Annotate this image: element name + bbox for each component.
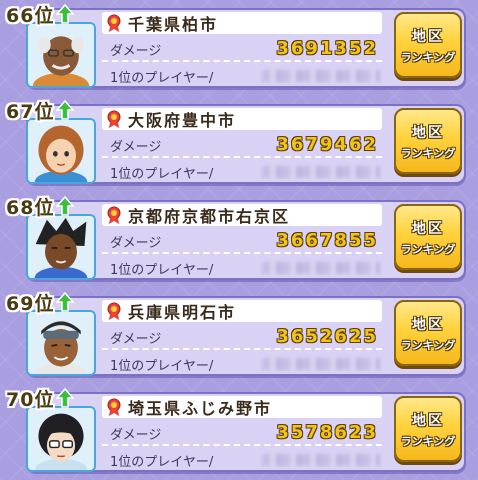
medal-ribbon-icon [107,398,121,416]
rank-text: 68位 [6,196,55,219]
glasses-girl-avatar [26,406,96,472]
elderly-man-avatar [26,22,96,88]
area-ranking-button-label-2: ランキング [400,242,456,256]
entry-info: 埼玉県ふじみ野市 ダメージ 3578623 1位のプレイヤー/ [102,396,382,470]
blurred-player-name [262,454,380,466]
damage-value: 3679462 [276,134,378,155]
dreadlock-boy-avatar [26,214,96,280]
medal-ribbon-icon [107,14,121,32]
city-name: 千葉県柏市 [128,15,219,34]
damage-label: ダメージ [110,332,162,347]
blurred-player-name [262,358,380,370]
city-name: 兵庫県明石市 [128,303,237,322]
damage-label: ダメージ [110,236,162,251]
top-player-label: 1位のプレイヤー/ [110,71,214,86]
area-ranking-button[interactable]: 地区 ランキング [394,204,462,270]
rank-up-arrow-icon [56,292,75,312]
medal-ribbon-icon [107,110,121,128]
rank-badge: 66位 [6,2,75,27]
area-ranking-button-label-1: 地区 [412,316,444,333]
area-ranking-button-label-1: 地区 [412,220,444,237]
area-ranking-button[interactable]: 地区 ランキング [394,396,462,462]
damage-label: ダメージ [110,428,162,443]
rank-badge: 68位 [6,194,75,219]
rank-text: 67位 [6,100,55,123]
rank-badge: 67位 [6,98,75,123]
top-player-label: 1位のプレイヤー/ [110,455,214,470]
top-player-row: 1位のプレイヤー/ [102,448,382,470]
blurred-player-name [262,70,380,82]
city-bar: 兵庫県明石市 [102,300,382,322]
top-player-label: 1位のプレイヤー/ [110,263,214,278]
damage-value: 3578623 [276,422,378,443]
top-player-label: 1位のプレイヤー/ [110,359,214,374]
top-player-label: 1位のプレイヤー/ [110,167,214,182]
area-ranking-button-label-2: ランキング [400,338,456,352]
city-name: 大阪府豊中市 [128,111,237,130]
city-bar: 埼玉県ふじみ野市 [102,396,382,418]
damage-label: ダメージ [110,44,162,59]
area-ranking-button-label-1: 地区 [412,412,444,429]
entry-info: 大阪府豊中市 ダメージ 3679462 1位のプレイヤー/ [102,108,382,182]
area-ranking-button[interactable]: 地区 ランキング [394,108,462,174]
damage-label: ダメージ [110,140,162,155]
area-ranking-button-label-1: 地区 [412,28,444,45]
city-bar: 千葉県柏市 [102,12,382,34]
area-ranking-button-label-1: 地区 [412,124,444,141]
top-player-row: 1位のプレイヤー/ [102,64,382,86]
city-name: 京都府京都市右京区 [128,207,291,226]
entry-info: 兵庫県明石市 ダメージ 3652625 1位のプレイヤー/ [102,300,382,374]
area-ranking-button-label-2: ランキング [400,146,456,160]
damage-value: 3691352 [276,38,378,59]
ranking-row: 69位 兵庫県明石市 ダメージ 3652625 1位のプレイヤー/ 地区 ランキ… [6,290,472,378]
city-bar: 京都府京都市右京区 [102,204,382,226]
goggles-man-avatar [26,310,96,376]
blurred-player-name [262,262,380,274]
blurred-player-name [262,166,380,178]
rank-text: 66位 [6,4,55,27]
medal-ribbon-icon [107,302,121,320]
rank-badge: 70位 [6,386,75,411]
rank-text: 69位 [6,292,55,315]
entry-info: 京都府京都市右京区 ダメージ 3667855 1位のプレイヤー/ [102,204,382,278]
damage-row: ダメージ 3578623 [102,422,382,446]
city-name: 埼玉県ふじみ野市 [128,399,273,418]
damage-value: 3667855 [276,230,378,251]
ranking-row: 70位 埼玉県ふじみ野市 ダメージ 3578623 1位のプレイヤー/ 地区 ラ… [6,386,472,474]
area-ranking-button-label-2: ランキング [400,434,456,448]
area-ranking-button[interactable]: 地区 ランキング [394,300,462,366]
area-ranking-button[interactable]: 地区 ランキング [394,12,462,78]
damage-row: ダメージ 3652625 [102,326,382,350]
entry-info: 千葉県柏市 ダメージ 3691352 1位のプレイヤー/ [102,12,382,86]
area-ranking-button-label-2: ランキング [400,50,456,64]
medal-ribbon-icon [107,206,121,224]
city-bar: 大阪府豊中市 [102,108,382,130]
top-player-row: 1位のプレイヤー/ [102,352,382,374]
damage-row: ダメージ 3679462 [102,134,382,158]
ranking-row: 67位 大阪府豊中市 ダメージ 3679462 1位のプレイヤー/ 地区 ランキ… [6,98,472,186]
rank-up-arrow-icon [56,388,75,408]
rank-text: 70位 [6,388,55,411]
brown-hair-girl-avatar [26,118,96,184]
top-player-row: 1位のプレイヤー/ [102,256,382,278]
rank-up-arrow-icon [56,196,75,216]
rank-up-arrow-icon [56,100,75,120]
ranking-row: 68位 京都府京都市右京区 ダメージ 3667855 1位のプレイヤー/ 地区 … [6,194,472,282]
rank-badge: 69位 [6,290,75,315]
top-player-row: 1位のプレイヤー/ [102,160,382,182]
ranking-row: 66位 千葉県柏市 ダメージ 3691352 1位のプレイヤー/ 地区 ランキン… [6,2,472,90]
damage-row: ダメージ 3691352 [102,38,382,62]
ranking-list: 66位 千葉県柏市 ダメージ 3691352 1位のプレイヤー/ 地区 ランキン… [0,0,478,480]
rank-up-arrow-icon [56,4,75,24]
damage-row: ダメージ 3667855 [102,230,382,254]
damage-value: 3652625 [276,326,378,347]
